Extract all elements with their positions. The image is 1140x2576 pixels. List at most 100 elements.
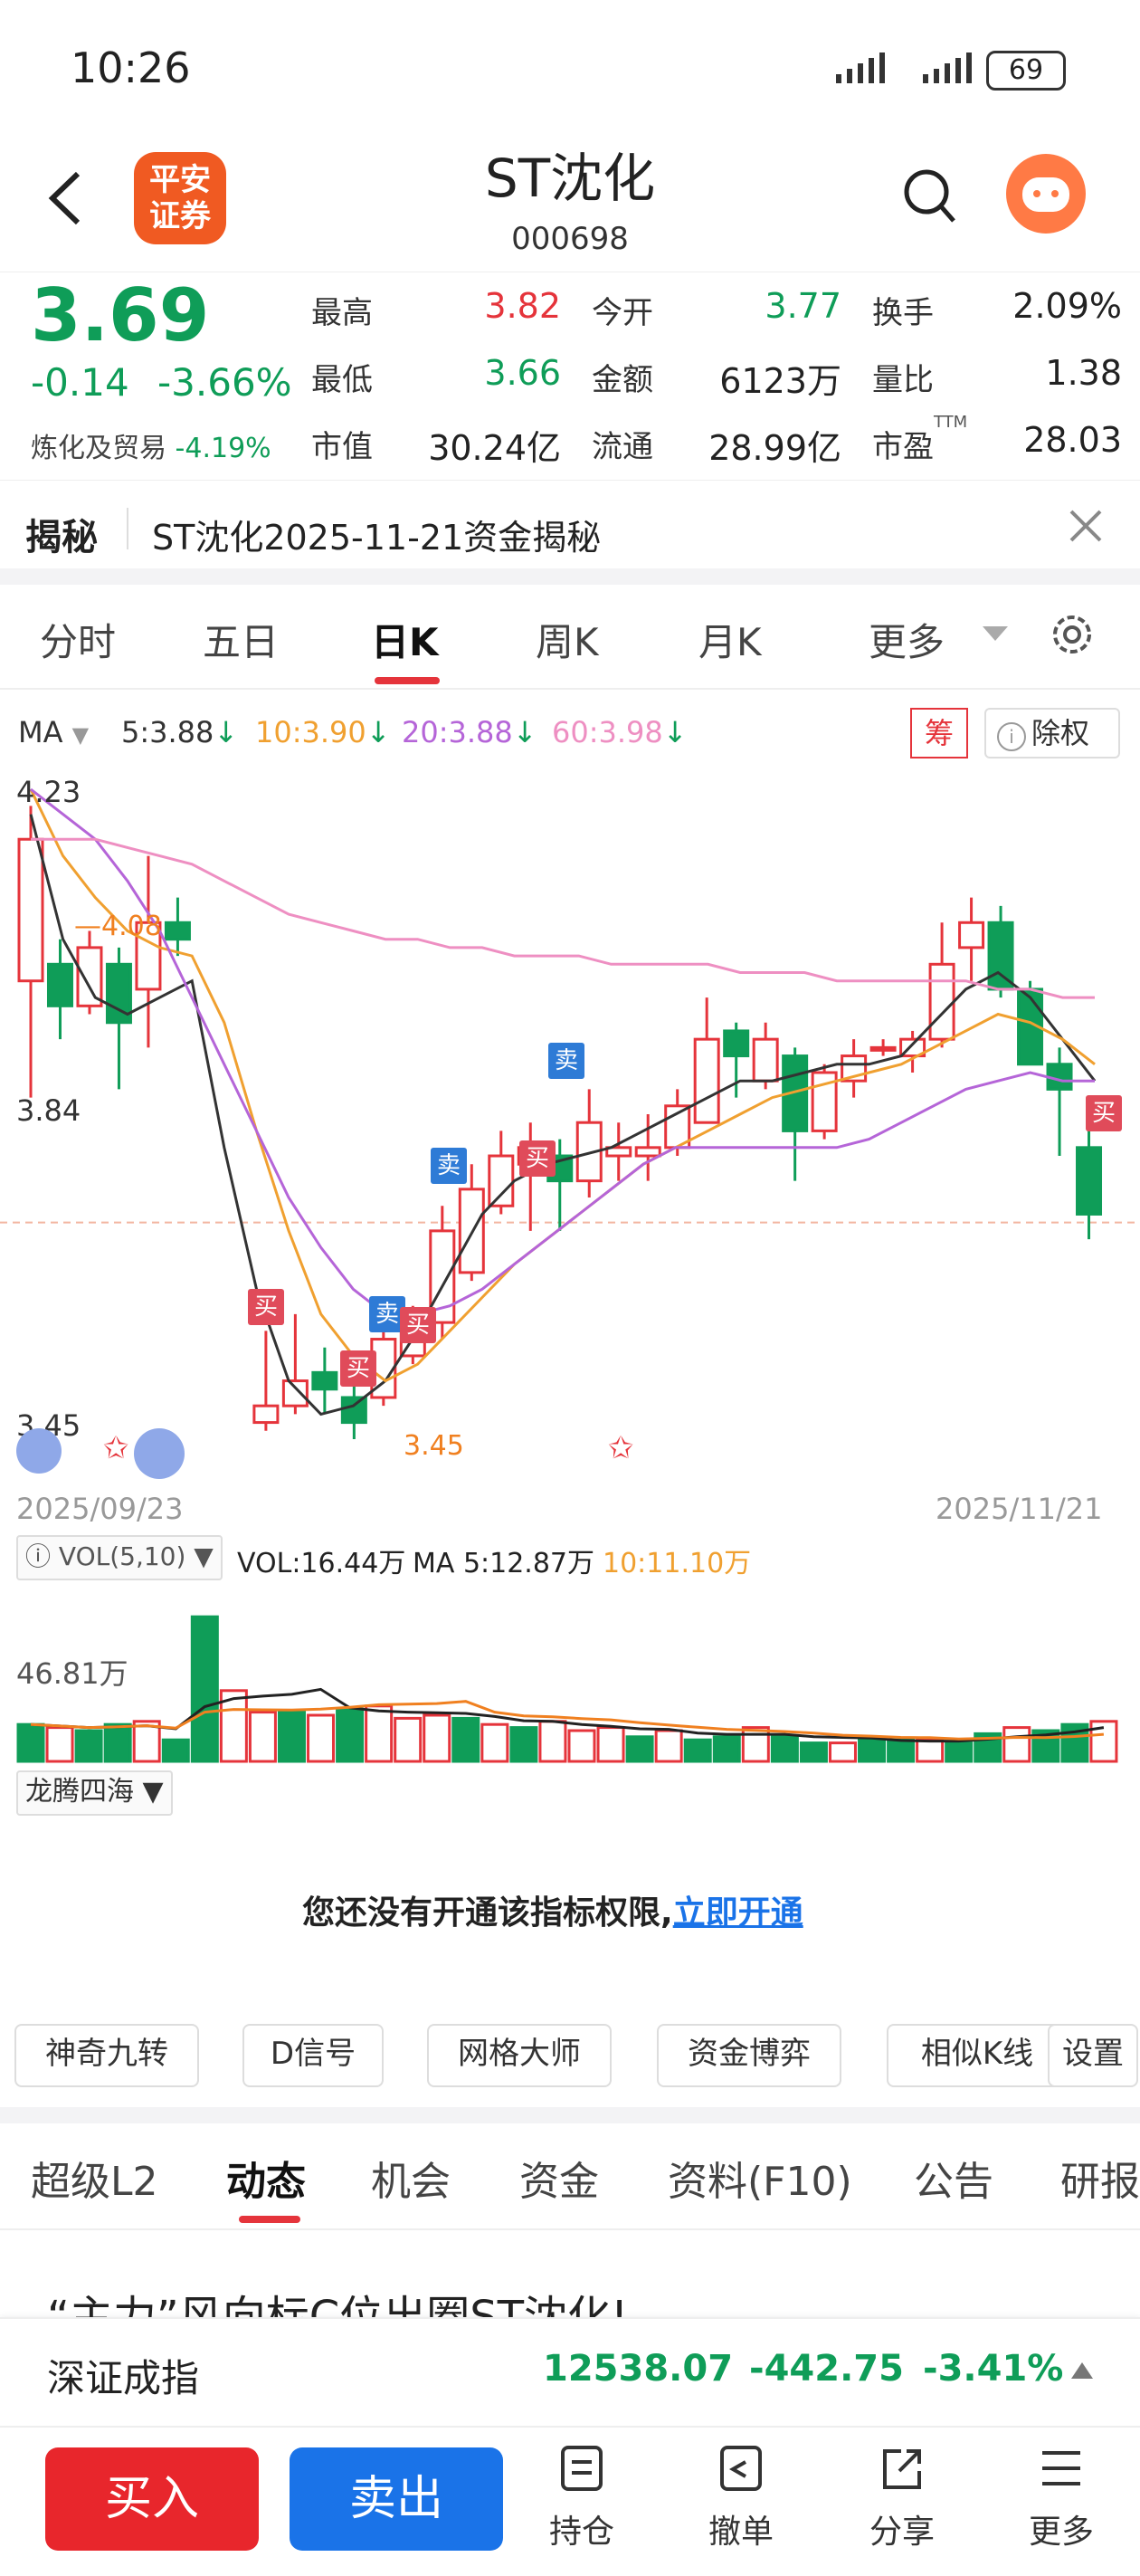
vol-selector[interactable]: ⓘ VOL(5,10) ▼ (16, 1535, 223, 1580)
mktcap-label: 市值 (311, 429, 373, 465)
indicator-selector[interactable]: 龙腾四海 ▼ (16, 1770, 173, 1816)
search-icon[interactable] (903, 168, 957, 226)
tool-chip[interactable]: 神奇九转 (14, 2024, 199, 2087)
y-axis-top-label: 4.23 (16, 775, 81, 809)
index-change: -442.75 (749, 2348, 904, 2390)
tab-level2[interactable]: 超级L2 (31, 2149, 158, 2207)
candle (958, 897, 985, 981)
candle-body (76, 946, 103, 1007)
kline-chart[interactable] (0, 769, 1140, 1475)
candle-body (958, 921, 985, 949)
volume-bar (654, 1729, 683, 1763)
volume-bar (190, 1615, 219, 1763)
tab-news[interactable]: 动态 (226, 2149, 306, 2207)
volume-bar (336, 1707, 365, 1763)
sell-signal-tag[interactable]: 卖 (431, 1148, 467, 1184)
star-event-icon[interactable]: ✩ (103, 1430, 129, 1466)
active-tab-indicator (375, 677, 440, 684)
ma5-line (29, 814, 1097, 1417)
candle-body (164, 921, 191, 941)
tool-chip[interactable]: D信号 (242, 2024, 384, 2087)
volume-bar (916, 1738, 945, 1763)
tab-f10[interactable]: 资料(F10) (668, 2149, 852, 2207)
tab-weekly-k[interactable]: 周K (536, 612, 599, 667)
buy-signal-tag[interactable]: 买 (519, 1140, 556, 1177)
open-value: 3.77 (765, 286, 841, 326)
tab-capital[interactable]: 资金 (519, 2149, 599, 2207)
buy-signal-tag[interactable]: 买 (340, 1350, 376, 1387)
buy-signal-tag[interactable]: 买 (400, 1307, 436, 1343)
document-icon (561, 2446, 603, 2491)
volume-chart[interactable] (0, 1584, 1140, 1765)
divider (0, 568, 1140, 585)
tool-chip[interactable]: 资金博弈 (657, 2024, 841, 2087)
amount-value: 6123万 (719, 361, 841, 401)
ma10-line (29, 788, 1096, 1383)
info-icon: i (997, 722, 1026, 751)
sell-button[interactable]: 卖出 (290, 2447, 503, 2551)
chevron-down-icon[interactable] (983, 625, 1008, 643)
amount-label: 金额 (592, 362, 653, 398)
fullscreen-icon[interactable] (134, 1428, 185, 1479)
tab-more[interactable]: 更多 (869, 612, 945, 667)
chevron-up-icon[interactable] (1071, 2362, 1093, 2379)
star-event-icon[interactable]: ✩ (608, 1430, 634, 1466)
buy-signal-tag[interactable]: 买 (248, 1289, 284, 1325)
volume-bar (365, 1704, 394, 1763)
tab-five-day[interactable]: 五日 (203, 612, 279, 667)
ma5-value: 5:3.88↓ (121, 715, 239, 749)
adjust-button[interactable]: i 除权 (984, 708, 1120, 758)
open-label: 今开 (592, 295, 653, 331)
turnover-value: 2.09% (1012, 286, 1122, 326)
chip-distribution-button[interactable]: 筹 (910, 708, 968, 758)
volume-bar (887, 1738, 916, 1763)
low-value: 3.66 (484, 353, 561, 393)
settings-chip[interactable]: 设置 (1048, 2024, 1138, 2087)
candle (340, 1380, 367, 1439)
candle-body (252, 1404, 280, 1425)
tab-intraday[interactable]: 分时 (40, 612, 116, 667)
index-ticker-bar[interactable]: 深证成指 12538.07 -442.75 -3.41% (0, 2317, 1140, 2426)
menu-icon (1042, 2451, 1080, 2485)
tab-opportunity[interactable]: 机会 (371, 2149, 451, 2207)
tab-announcement[interactable]: 公告 (914, 2149, 993, 2207)
activate-link[interactable]: 立即开通 (673, 1894, 803, 1932)
candle-body (693, 1037, 720, 1124)
ma10-text: 10:3.90 (255, 715, 366, 749)
tab-research[interactable]: 研报 (1060, 2149, 1140, 2207)
candle-body (1076, 1146, 1103, 1216)
vol-ma5: MA 5:12.87万 (413, 1548, 595, 1579)
candle (782, 1047, 809, 1181)
candle (811, 1064, 838, 1140)
indicator-name: 龙腾四海 (25, 1776, 134, 1808)
candle (281, 1313, 309, 1415)
volume-bar (509, 1726, 538, 1763)
close-icon[interactable] (1068, 508, 1104, 544)
ma-selector[interactable]: MA ▼ (18, 715, 89, 749)
tab-daily-k[interactable]: 日K (371, 612, 439, 667)
index-change-pct: -3.41% (923, 2348, 1064, 2390)
capital-reveal-banner[interactable]: 揭秘 ST沈化2025-11-21资金揭秘 (0, 480, 1140, 580)
sell-signal-tag[interactable]: 卖 (548, 1043, 584, 1079)
high-label: 最高 (311, 295, 373, 331)
tool-chip[interactable]: 相似K线 (887, 2024, 1068, 2087)
period-high-label: —4.08 (74, 911, 162, 942)
news-item[interactable]: “主力”风向标C位出圈ST沈化! (0, 2263, 1140, 2317)
candle (987, 905, 1014, 998)
volume-bar (16, 1722, 45, 1763)
candle (841, 1039, 868, 1098)
buy-signal-tag[interactable]: 买 (1086, 1095, 1122, 1131)
tab-monthly-k[interactable]: 月K (698, 612, 762, 667)
gear-icon[interactable] (1050, 612, 1095, 657)
index-value: 12538.07 (543, 2348, 734, 2390)
more-button[interactable]: 更多 (1021, 2444, 1102, 2552)
cancel-order-button[interactable]: 撤单 (700, 2444, 782, 2552)
assistant-avatar-icon[interactable] (1006, 154, 1086, 234)
tool-chip[interactable]: 网格大师 (427, 2024, 612, 2087)
banner-divider (127, 508, 128, 549)
volume-bar (858, 1738, 887, 1763)
expand-arrows-icon[interactable] (16, 1428, 62, 1474)
share-button[interactable]: 分享 (861, 2444, 943, 2552)
holdings-button[interactable]: 持仓 (541, 2444, 622, 2552)
buy-button[interactable]: 买入 (45, 2447, 259, 2551)
